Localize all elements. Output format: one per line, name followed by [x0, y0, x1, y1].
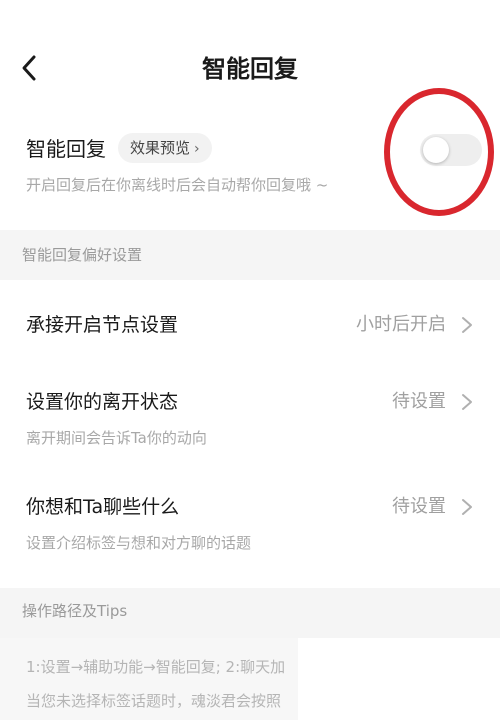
row-title: 你想和Ta聊些什么: [26, 496, 180, 518]
preferences-section-header: 智能回复偏好设置: [0, 230, 500, 280]
tips-overlay-panel: [298, 638, 500, 720]
tips-line: 当您未选择标签话题时，魂淡君会按照: [26, 692, 282, 710]
chevron-right-icon: ›: [194, 141, 200, 157]
chevron-right-icon: [462, 394, 472, 410]
row-title: 承接开启节点设置: [26, 314, 179, 336]
row-trigger-node-setting[interactable]: 承接开启节点设置 小时后开启: [0, 280, 500, 370]
row-title: 设置你的离开状态: [26, 391, 179, 413]
row-value: 待设置: [392, 391, 446, 412]
preferences-section-title: 智能回复偏好设置: [22, 246, 143, 264]
row-subtitle: 设置介绍标签与想和对方聊的话题: [26, 534, 252, 552]
tips-line: 1:设置→辅助功能→智能回复; 2:聊天加: [26, 658, 286, 676]
smart-reply-label: 智能回复: [26, 137, 106, 161]
page-title: 智能回复: [202, 55, 298, 83]
row-away-status[interactable]: 设置你的离开状态 离开期间会告诉Ta你的动向 待设置: [0, 370, 500, 470]
tips-body: 1:设置→辅助功能→智能回复; 2:聊天加 当您未选择标签话题时，魂淡君会按照: [0, 638, 298, 720]
tips-section: 操作路径及Tips 1:设置→辅助功能→智能回复; 2:聊天加 当您未选择标签话…: [0, 588, 500, 720]
chevron-right-icon: [462, 499, 472, 515]
preview-effect-label: 效果预览: [130, 139, 191, 157]
row-subtitle: 离开期间会告诉Ta你的动向: [26, 429, 207, 447]
row-value: 小时后开启: [356, 314, 446, 335]
chevron-right-icon: [462, 317, 472, 333]
tips-section-title: 操作路径及Tips: [22, 602, 128, 620]
row-value: 待设置: [392, 496, 446, 517]
row-chat-topics[interactable]: 你想和Ta聊些什么 设置介绍标签与想和对方聊的话题 待设置: [0, 470, 500, 588]
smart-reply-description: 开启回复后在你离线时后会自动帮你回复哦 ~: [26, 176, 329, 194]
red-annotation-circle: [384, 88, 494, 216]
preview-effect-button[interactable]: 效果预览 ›: [118, 133, 212, 163]
